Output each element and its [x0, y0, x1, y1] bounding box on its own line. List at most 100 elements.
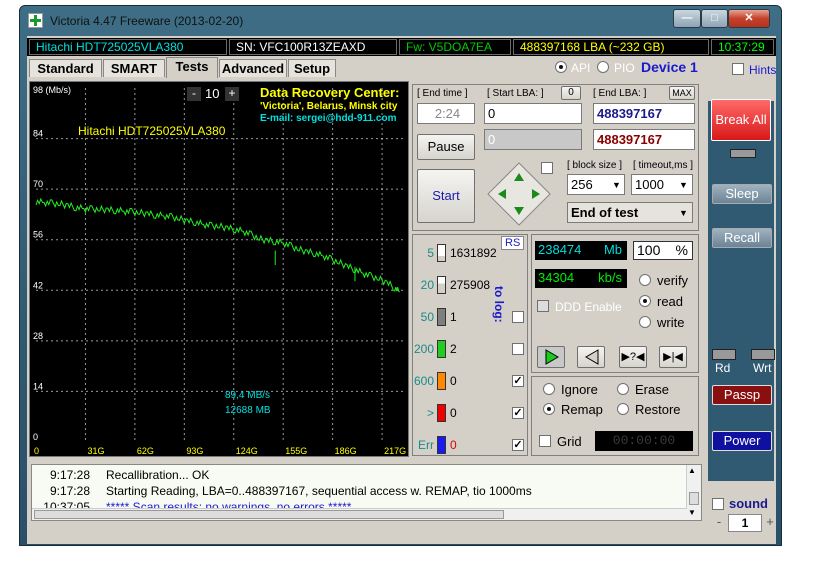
break-all-button[interactable]: Break All [711, 99, 771, 141]
log-checkbox[interactable]: ✓ [512, 407, 524, 419]
erase-radio[interactable] [617, 383, 629, 395]
drc-title: Data Recovery Center: [260, 85, 400, 100]
log-checkbox[interactable] [512, 343, 524, 355]
current-end-lba-field: 488397167 [593, 129, 695, 150]
kbs-value: 34304 [538, 270, 575, 285]
ignore-radio[interactable] [543, 383, 555, 395]
max-button[interactable]: MAX [669, 86, 695, 100]
log-hscrollbar[interactable] [32, 508, 687, 520]
scroll-down-icon[interactable]: ▼ [688, 508, 696, 517]
block-row-label: 20 [420, 278, 434, 292]
x-tick-label: 124G [236, 446, 258, 456]
api-radio[interactable] [555, 61, 567, 73]
end-lba-field[interactable]: 488397167 [593, 103, 695, 124]
close-button[interactable]: ✕ [728, 9, 770, 28]
block-swatch [437, 276, 446, 294]
verify-radio[interactable] [639, 274, 651, 286]
scroll-up-icon[interactable]: ▲ [688, 466, 696, 475]
sound-minus-button[interactable]: - [712, 514, 726, 532]
start-button[interactable]: Start [417, 169, 475, 223]
restore-radio[interactable] [617, 403, 629, 415]
graph-unit: 98 (Mb/s) [33, 85, 72, 95]
log-scrollbar[interactable]: ▲ ▼ [686, 465, 701, 520]
log-checkbox[interactable] [512, 311, 524, 323]
power-button[interactable]: Power [712, 431, 772, 451]
block-row: 5 1631892 [412, 244, 528, 274]
mb-unit: Mb [603, 242, 622, 257]
block-row: 20 275908 [412, 276, 528, 306]
end-lba-label: [ End LBA: ] [593, 88, 647, 99]
recall-button[interactable]: Recall [712, 228, 772, 248]
block-row-label: 50 [420, 310, 434, 324]
tab-setup[interactable]: Setup [288, 59, 336, 77]
log-checkbox[interactable]: ✓ [512, 439, 524, 451]
current-lba-field: 0 [484, 129, 582, 150]
sleep-button[interactable]: Sleep [712, 184, 772, 204]
y-tick-label: 70 [33, 179, 43, 189]
graph-speed: 89,4 MB/s [225, 390, 271, 401]
remap-radio[interactable] [543, 403, 555, 415]
seek-button[interactable]: ▶?◀ [619, 346, 647, 368]
sound-value[interactable]: 1 [728, 514, 762, 532]
play-button[interactable] [537, 346, 565, 368]
back-button[interactable] [577, 346, 605, 368]
maximize-button[interactable]: □ [701, 9, 728, 28]
end-button[interactable]: ▶|◀ [659, 346, 687, 368]
status-led [730, 149, 756, 158]
block-row-label: > [426, 406, 434, 420]
sound-label: sound [729, 496, 768, 511]
zero-button[interactable]: 0 [561, 86, 581, 100]
ignore-label: Ignore [561, 382, 598, 397]
x-tick-label: 62G [137, 446, 154, 456]
clock: 10:37:29 [711, 39, 774, 55]
pio-radio[interactable] [597, 61, 609, 73]
scroll-thumb[interactable] [689, 492, 699, 505]
x-tick-label: 93G [186, 446, 203, 456]
end-time-field[interactable]: 2:24 [417, 103, 475, 124]
block-row-count: 0 [450, 406, 457, 420]
drc-email: E-mail: sergei@hdd-911.com [260, 113, 397, 124]
tab-tests[interactable]: Tests [166, 57, 218, 78]
speed-series-line [35, 197, 400, 293]
write-radio[interactable] [639, 316, 651, 328]
drive-lba: 488397168 LBA (~232 GB) [513, 39, 709, 55]
log-time: 9:17:28 [49, 484, 90, 498]
play-icon [545, 349, 559, 365]
block-swatch [437, 340, 446, 358]
passp-button[interactable]: Passp [712, 385, 772, 405]
block-swatch [437, 308, 446, 326]
tab-standard[interactable]: Standard [29, 59, 102, 77]
hints-checkbox[interactable] [732, 63, 744, 75]
ddd-label: DDD Enable [555, 300, 622, 314]
counter-plus-button[interactable]: + [225, 87, 239, 101]
pause-button[interactable]: Pause [417, 134, 475, 160]
x-tick-label: 186G [335, 446, 357, 456]
read-radio[interactable] [639, 295, 651, 307]
y-tick-label: 14 [33, 381, 43, 391]
write-label: write [657, 315, 685, 330]
minimize-button[interactable]: — [673, 9, 701, 28]
sound-checkbox[interactable] [712, 498, 724, 510]
start-lba-field[interactable]: 0 [484, 103, 582, 124]
rd-led [712, 349, 736, 360]
log-checkbox[interactable]: ✓ [512, 375, 524, 387]
block-row-count: 0 [450, 438, 457, 452]
tab-advanced[interactable]: Advanced [219, 59, 287, 77]
block-row: 600 0 ✓ [412, 372, 528, 402]
sound-plus-button[interactable]: + [764, 514, 776, 532]
end-action-select[interactable]: End of test [567, 202, 693, 223]
pio-label: PIO [614, 61, 635, 75]
block-row-count: 0 [450, 374, 457, 388]
hscroll-thumb[interactable] [34, 510, 504, 519]
ddd-checkbox[interactable] [537, 300, 549, 312]
block-row-count: 1 [450, 310, 457, 324]
grid-checkbox[interactable] [539, 435, 551, 447]
block-swatch [437, 244, 446, 262]
counter-minus-button[interactable]: - [187, 87, 201, 101]
tab-smart[interactable]: SMART [103, 59, 165, 77]
device-label[interactable]: Device 1 [641, 59, 698, 75]
pad-checkbox[interactable] [541, 162, 553, 174]
y-tick-label: 28 [33, 331, 43, 341]
x-tick-label: 217G [384, 446, 406, 456]
percent-value: 100 [637, 242, 661, 258]
